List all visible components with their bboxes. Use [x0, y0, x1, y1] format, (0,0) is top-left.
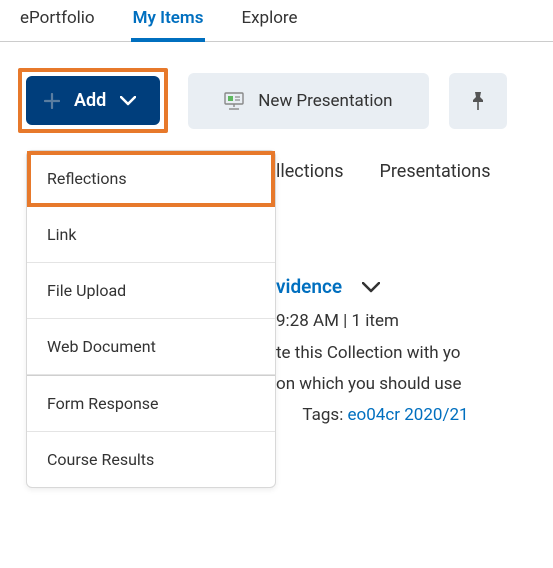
tab-my-items[interactable]: My Items	[131, 2, 206, 42]
tab-explore[interactable]: Explore	[239, 2, 299, 41]
menu-item-course-results[interactable]: Course Results	[27, 432, 275, 487]
menu-item-reflections[interactable]: Reflections	[27, 151, 275, 207]
tab-bar: ePortfolio My Items Explore	[0, 0, 553, 42]
menu-item-web-document[interactable]: Web Document	[27, 319, 275, 375]
collection-description-line1: te this Collection with yo	[276, 340, 535, 367]
tab-eportfolio[interactable]: ePortfolio	[18, 2, 97, 41]
toolbar: Add New Presentation	[0, 42, 553, 133]
menu-item-link[interactable]: Link	[27, 207, 275, 263]
collection-title-text: vidence	[276, 272, 342, 302]
filter-collections[interactable]: llections	[276, 161, 343, 182]
plus-icon	[44, 93, 60, 109]
push-pin-button[interactable]	[449, 73, 507, 129]
new-presentation-button[interactable]: New Presentation	[188, 73, 428, 129]
chevron-down-icon	[362, 272, 380, 302]
tag-link[interactable]: eo04cr 2020/21	[348, 405, 469, 425]
collection-title-link[interactable]: vidence	[276, 272, 380, 302]
chevron-down-icon	[120, 96, 136, 106]
collection-meta: 9:28 AM | 1 item	[276, 308, 535, 335]
add-dropdown-menu: Reflections Link File Upload Web Documen…	[26, 150, 276, 488]
add-button-highlight: Add	[18, 68, 168, 133]
new-presentation-label: New Presentation	[258, 91, 392, 111]
add-button-label: Add	[74, 90, 106, 111]
collection-description-line2: on which you should use	[276, 371, 535, 398]
menu-item-file-upload[interactable]: File Upload	[27, 263, 275, 319]
add-button[interactable]: Add	[26, 76, 160, 125]
tags-label: Tags:	[302, 405, 343, 425]
push-pin-icon	[469, 91, 487, 111]
menu-item-form-response[interactable]: Form Response	[27, 376, 275, 432]
filter-presentations[interactable]: Presentations	[379, 161, 490, 182]
presentation-icon	[224, 92, 244, 110]
tags-row: Tags: eo04cr 2020/21	[276, 402, 535, 429]
